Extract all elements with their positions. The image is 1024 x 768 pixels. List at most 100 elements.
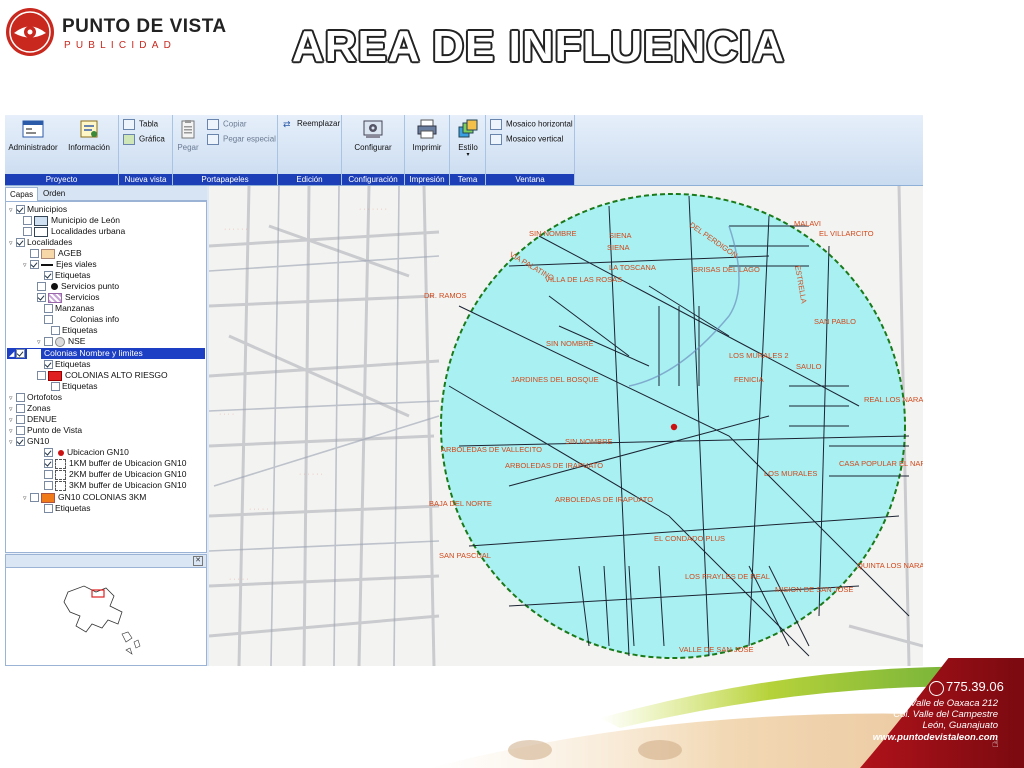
layer-label: 3KM buffer de Ubicacion GN10 [69, 480, 187, 490]
layer-item[interactable]: ▿ Ortofotos [9, 392, 62, 403]
layer-label: Servicios punto [61, 281, 120, 291]
layer-item[interactable]: 2KM buffer de Ubicacion GN10 [44, 469, 187, 480]
layer-checkbox[interactable] [44, 448, 53, 458]
point-symbol-icon [51, 283, 58, 291]
printer-icon [417, 119, 437, 139]
contact-website[interactable]: www.puntodevistaleon.com [873, 732, 998, 743]
polygon-symbol-icon [48, 370, 62, 381]
map-canvas[interactable]: · · · · · · · · · · · · · · · · · · · · · … [209, 186, 923, 666]
estilo-button[interactable]: Estilo ▾ [453, 119, 483, 158]
map-label: EL CONDADO PLUS [654, 534, 725, 543]
pegar-button[interactable]: Pegar [175, 119, 201, 152]
layer-checkbox[interactable] [30, 249, 39, 259]
layer-checkbox[interactable] [51, 326, 60, 336]
close-icon[interactable]: ✕ [193, 556, 203, 566]
layer-item[interactable]: ▿ Municipios [9, 204, 67, 215]
layer-item[interactable]: ▿ GN10 [9, 436, 49, 447]
layer-checkbox[interactable] [44, 360, 53, 370]
map-label: LA TOSCANA [609, 263, 656, 272]
layer-item[interactable]: ▿ Punto de Vista [9, 425, 82, 436]
contact-address-line2: Col. Valle del Campestre [893, 709, 998, 720]
layer-checkbox[interactable] [16, 393, 25, 403]
mosaico-vertical-button[interactable]: Mosaico vertical [490, 134, 563, 145]
layer-checkbox[interactable] [44, 459, 53, 469]
ribbon-group-edicion: ⇄ Reemplazar Edición [278, 115, 342, 185]
layer-item[interactable]: COLONIAS ALTO RIESGO [37, 370, 168, 381]
layer-item[interactable]: Manzanas [44, 303, 94, 314]
administrador-button[interactable]: Administrador [7, 119, 59, 152]
layer-checkbox[interactable] [44, 271, 53, 281]
layer-item[interactable]: 3KM buffer de Ubicacion GN10 [44, 480, 187, 491]
layer-label: Etiquetas [55, 503, 91, 513]
layer-checkbox[interactable] [51, 382, 60, 392]
layer-item[interactable]: AGEB [30, 248, 82, 259]
layer-item[interactable]: 1KM buffer de Ubicacion GN10 [44, 458, 187, 469]
tab-capas[interactable]: Capas [5, 187, 39, 201]
copiar-label: Copiar [223, 119, 247, 129]
layer-checkbox[interactable] [30, 260, 39, 270]
layer-checkbox[interactable] [16, 437, 25, 447]
layer-checkbox[interactable] [30, 493, 39, 503]
copiar-button[interactable]: Copiar [207, 119, 247, 130]
mosaico-horizontal-button[interactable]: Mosaico horizontal [490, 119, 573, 130]
chart-icon [123, 134, 135, 145]
grafica-button[interactable]: Gráfica [123, 134, 165, 145]
layer-item[interactable]: Etiquetas [51, 325, 97, 336]
layer-item[interactable]: ▿ Ejes viales [23, 259, 97, 270]
overview-map[interactable]: ✕ [5, 554, 207, 666]
layer-checkbox[interactable] [16, 415, 25, 425]
layer-item[interactable]: Etiquetas [44, 270, 90, 281]
contact-address-line1: Valle de Oaxaca 212 [910, 698, 998, 709]
layer-item[interactable]: Etiquetas [44, 359, 90, 370]
tabla-button[interactable]: Tabla [123, 119, 158, 130]
map-label: VILLA DE LAS ROSAS [545, 275, 622, 284]
layer-item[interactable]: ▿ Localidades [9, 237, 72, 248]
map-label: ARBOLEDAS DE IRAPUATO [555, 495, 653, 504]
layer-item[interactable]: Municipio de León [23, 215, 120, 226]
layer-checkbox[interactable] [16, 404, 25, 414]
layer-label: Ubicacion GN10 [67, 447, 129, 457]
layer-item[interactable]: Etiquetas [44, 503, 90, 514]
layer-checkbox[interactable] [16, 238, 25, 248]
reemplazar-button[interactable]: ⇄ Reemplazar [283, 119, 340, 129]
layer-checkbox[interactable] [37, 282, 46, 292]
imprimir-button[interactable]: Imprimir [409, 119, 445, 152]
layer-checkbox[interactable] [44, 315, 53, 325]
layer-tree: ▿ Municipios Municipio de León Localidade… [5, 201, 207, 553]
layer-checkbox[interactable] [37, 371, 46, 381]
tab-orden[interactable]: Orden [39, 187, 69, 200]
layer-checkbox[interactable] [23, 216, 32, 226]
informacion-button[interactable]: Información [65, 119, 113, 152]
layer-checkbox[interactable] [44, 481, 53, 491]
layer-item[interactable]: ▿ Zonas [9, 403, 51, 414]
layer-checkbox[interactable] [44, 470, 53, 480]
layer-checkbox[interactable] [37, 293, 46, 303]
layer-checkbox[interactable] [44, 504, 53, 514]
layer-item[interactable]: ▿ NSE [37, 336, 85, 347]
overview-map-shape [63, 585, 141, 655]
layer-item[interactable]: Ubicacion GN10 [44, 447, 129, 458]
layer-checkbox[interactable] [16, 205, 25, 215]
mosaico-vertical-label: Mosaico vertical [506, 134, 564, 144]
layer-item[interactable]: Colonias info [44, 314, 119, 325]
layer-checkbox[interactable] [16, 349, 25, 359]
contact-address-line3: León, Guanajuato [922, 720, 998, 731]
layer-item[interactable]: Etiquetas [51, 381, 97, 392]
pegar-label: Pegar [177, 143, 199, 152]
ribbon-group-proyecto: Administrador Información Proyecto [5, 115, 119, 185]
layer-item[interactable]: Servicios punto [37, 281, 119, 292]
layer-item[interactable]: ▿ GN10 COLONIAS 3KM [23, 492, 146, 503]
map-label: CASA POPULAR EL NARANJO [839, 459, 923, 468]
layer-item[interactable]: Servicios [37, 292, 99, 303]
layer-checkbox[interactable] [23, 227, 32, 237]
layer-checkbox[interactable] [44, 337, 53, 347]
configurar-button[interactable]: Configurar [348, 119, 398, 152]
group-caption: Nueva vista [119, 174, 172, 185]
layer-item-selected[interactable]: ◢ Colonias Nombre y limites [9, 348, 143, 359]
layer-checkbox[interactable] [44, 304, 53, 314]
pegar-especial-button[interactable]: Pegar especial [207, 134, 276, 145]
layer-item[interactable]: ▿ DENUE [9, 414, 57, 425]
layer-item[interactable]: Localidades urbana [23, 226, 125, 237]
layer-checkbox[interactable] [16, 426, 25, 436]
layer-label: Colonias Nombre y limites [44, 348, 143, 358]
